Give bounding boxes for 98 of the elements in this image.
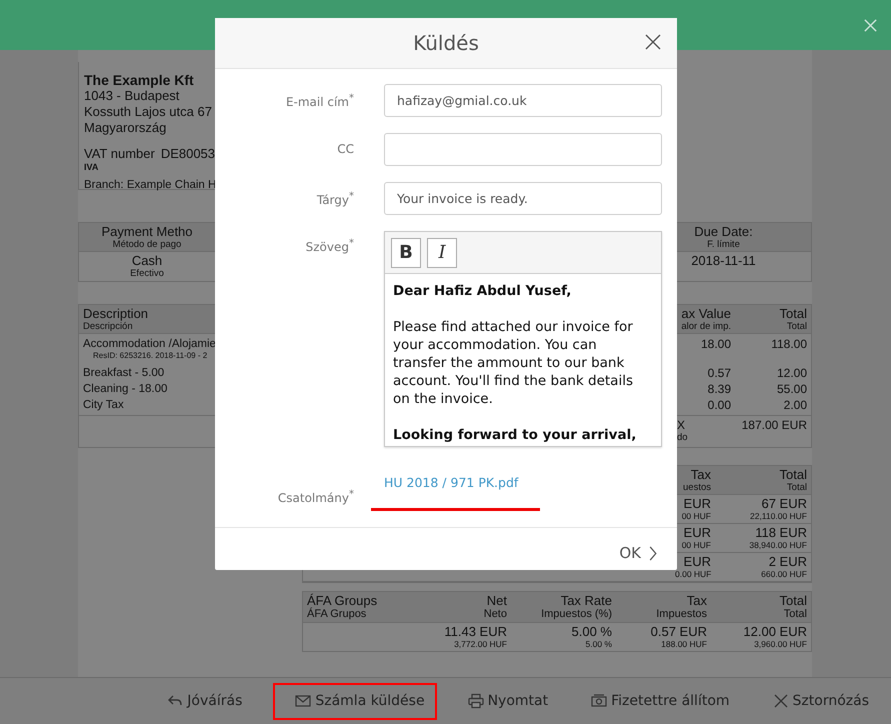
column-header: ÁFA Groups [307, 593, 378, 608]
table-cell-text: 38,940.00 HUF [748, 540, 807, 550]
column-header: Tax Rate [560, 593, 612, 608]
field-label: Csatolmány$^{*}$ [278, 491, 354, 505]
close-icon [772, 693, 789, 709]
message-paragraph: Please find attached our invoice for your accommodation. You can transfer the ammount to our bank account. You'll find the bank details on the invoice. [393, 318, 634, 408]
table-cell-text: 2 EUR [768, 555, 807, 569]
attachment-link[interactable]: HU 2018 / 971 PK.pdf [371, 463, 540, 511]
field-label: E-mail cím$^{*}$ [286, 95, 354, 109]
vat-sublabel: IVA [84, 162, 100, 172]
table-cell-text: 67 EUR [760, 497, 807, 511]
table-cell-text: Cash [130, 253, 164, 268]
table-cell-text: Breakfast - 5.00 [83, 366, 166, 380]
column-subheader: Total [786, 482, 807, 493]
column-subheader: Descripción [83, 321, 134, 332]
action-button[interactable]: Nyomtat [456, 682, 560, 720]
input-field[interactable]: hafizay@gmial.co.uk [384, 84, 662, 117]
table-cell-text: 0.00 [706, 398, 731, 412]
column-header: Total [778, 593, 807, 608]
table-cell-text: 0.57 EUR [650, 625, 707, 639]
table-cell-text: 00 HUF [680, 540, 711, 550]
column-header: Tax [686, 593, 707, 608]
table-cell-text: 8.39 [706, 382, 731, 396]
table-cell-text: ResID: 6253216. 2018-11-09 - 2 [92, 351, 208, 361]
action-button[interactable]: Fizetettre állítom [579, 682, 742, 720]
table-cell-text: 188.00 HUF [660, 639, 707, 649]
total-label: X [677, 418, 686, 432]
column-header: Payment Metho [100, 224, 194, 239]
table-cell-text: 3,960.00 HUF [753, 639, 807, 649]
table-cell-text: 18.00 [700, 337, 731, 351]
field-label: Tárgy$^{*}$ [316, 193, 354, 207]
ok-button[interactable]: OK [615, 540, 661, 566]
total-sublabel: do [677, 432, 689, 443]
table-cell-text: Cleaning - 18.00 [83, 382, 168, 396]
table-cell-text: 3,772.00 HUF [453, 639, 507, 649]
column-subheader: Impuestos (%) [540, 608, 612, 621]
column-header: Net [486, 593, 507, 608]
cash-icon [591, 693, 608, 709]
dialog-title: Küldés [413, 31, 479, 55]
table-cell-text: 55.00 [776, 382, 807, 396]
table-cell-text: EUR [682, 555, 711, 569]
company-name: The Example Kft [84, 72, 194, 88]
field-label: CC [337, 142, 354, 156]
input-field[interactable] [384, 133, 662, 166]
chevron-icon [649, 546, 657, 560]
address-line: Magyarország [84, 120, 166, 136]
total-value: 187.00 EUR [740, 418, 807, 432]
message-paragraph: Looking forward to your arrival, [393, 426, 638, 444]
action-button[interactable]: Számla küldése [273, 682, 437, 720]
table-cell-text: 12.00 [776, 366, 807, 380]
column-subheader: Total [782, 608, 807, 621]
message-paragraph: Dear Hafiz Abdul Yusef, [393, 282, 572, 300]
table-cell-text: EUR [682, 526, 711, 540]
table-cell-text: 118 EUR [754, 526, 807, 540]
table-cell-text: Efectivo [129, 268, 165, 279]
table-cell-text: 22,110.00 HUF [748, 511, 807, 521]
table-cell-text: City Tax [83, 398, 125, 412]
vat-number: DE80053 [160, 146, 216, 161]
column-header: ax Value [680, 306, 731, 321]
table-cell-text: 660.00 HUF [760, 569, 807, 579]
table-cell-text: 2.00 [782, 398, 807, 412]
column-subheader: ÁFA Grupos [307, 608, 366, 621]
address-line: 1043 - Budapest [84, 88, 180, 104]
address-line: Kossuth Lajos utca 67 [84, 104, 212, 120]
column-subheader: Neto [482, 608, 507, 621]
table-cell-text: 00 HUF [680, 511, 711, 521]
input-field[interactable]: Your invoice is ready. [384, 182, 662, 215]
column-subheader: uestos [682, 482, 711, 493]
column-subheader: Método de pago [112, 239, 182, 250]
table-cell-text: 118.00 [770, 337, 807, 351]
column-subheader: F. límite [706, 239, 741, 250]
format-button[interactable]: I [427, 238, 457, 268]
column-header: Tax [690, 467, 711, 482]
column-header: Due Date: [693, 224, 754, 239]
table-cell-text: EUR [682, 497, 711, 511]
table-cell-text: 12.00 EUR [742, 625, 807, 639]
table-cell-text: 2018-11-11 [690, 253, 757, 268]
table-cell-text: 0.57 [706, 366, 731, 380]
table-cell-text: 5.00 % [584, 639, 612, 649]
table-cell-text: 11.43 EUR [443, 625, 507, 639]
table-cell: Accommodation /Alojamie [83, 337, 215, 351]
table-cell: 0.00 HUF [675, 569, 711, 579]
column-subheader: Total [786, 321, 807, 332]
column-subheader: Impuestos [655, 608, 707, 621]
column-header: Total [778, 467, 807, 482]
action-button[interactable]: Jóváírás [155, 682, 254, 720]
column-subheader: alor de imp. [680, 321, 731, 332]
envelope-icon [295, 693, 312, 709]
vat-label: VAT number [84, 146, 155, 161]
table-cell-text: 5.00 % [570, 625, 612, 639]
column-header: Total [778, 306, 807, 321]
action-button[interactable]: Sztornózás [760, 682, 881, 720]
printer-icon [468, 693, 484, 709]
column-header: Description [83, 306, 150, 321]
format-button[interactable]: B [391, 238, 421, 268]
field-label: Szöveg$^{*}$ [306, 240, 354, 254]
text-editor[interactable] [384, 231, 662, 447]
close-icon[interactable] [645, 34, 661, 50]
